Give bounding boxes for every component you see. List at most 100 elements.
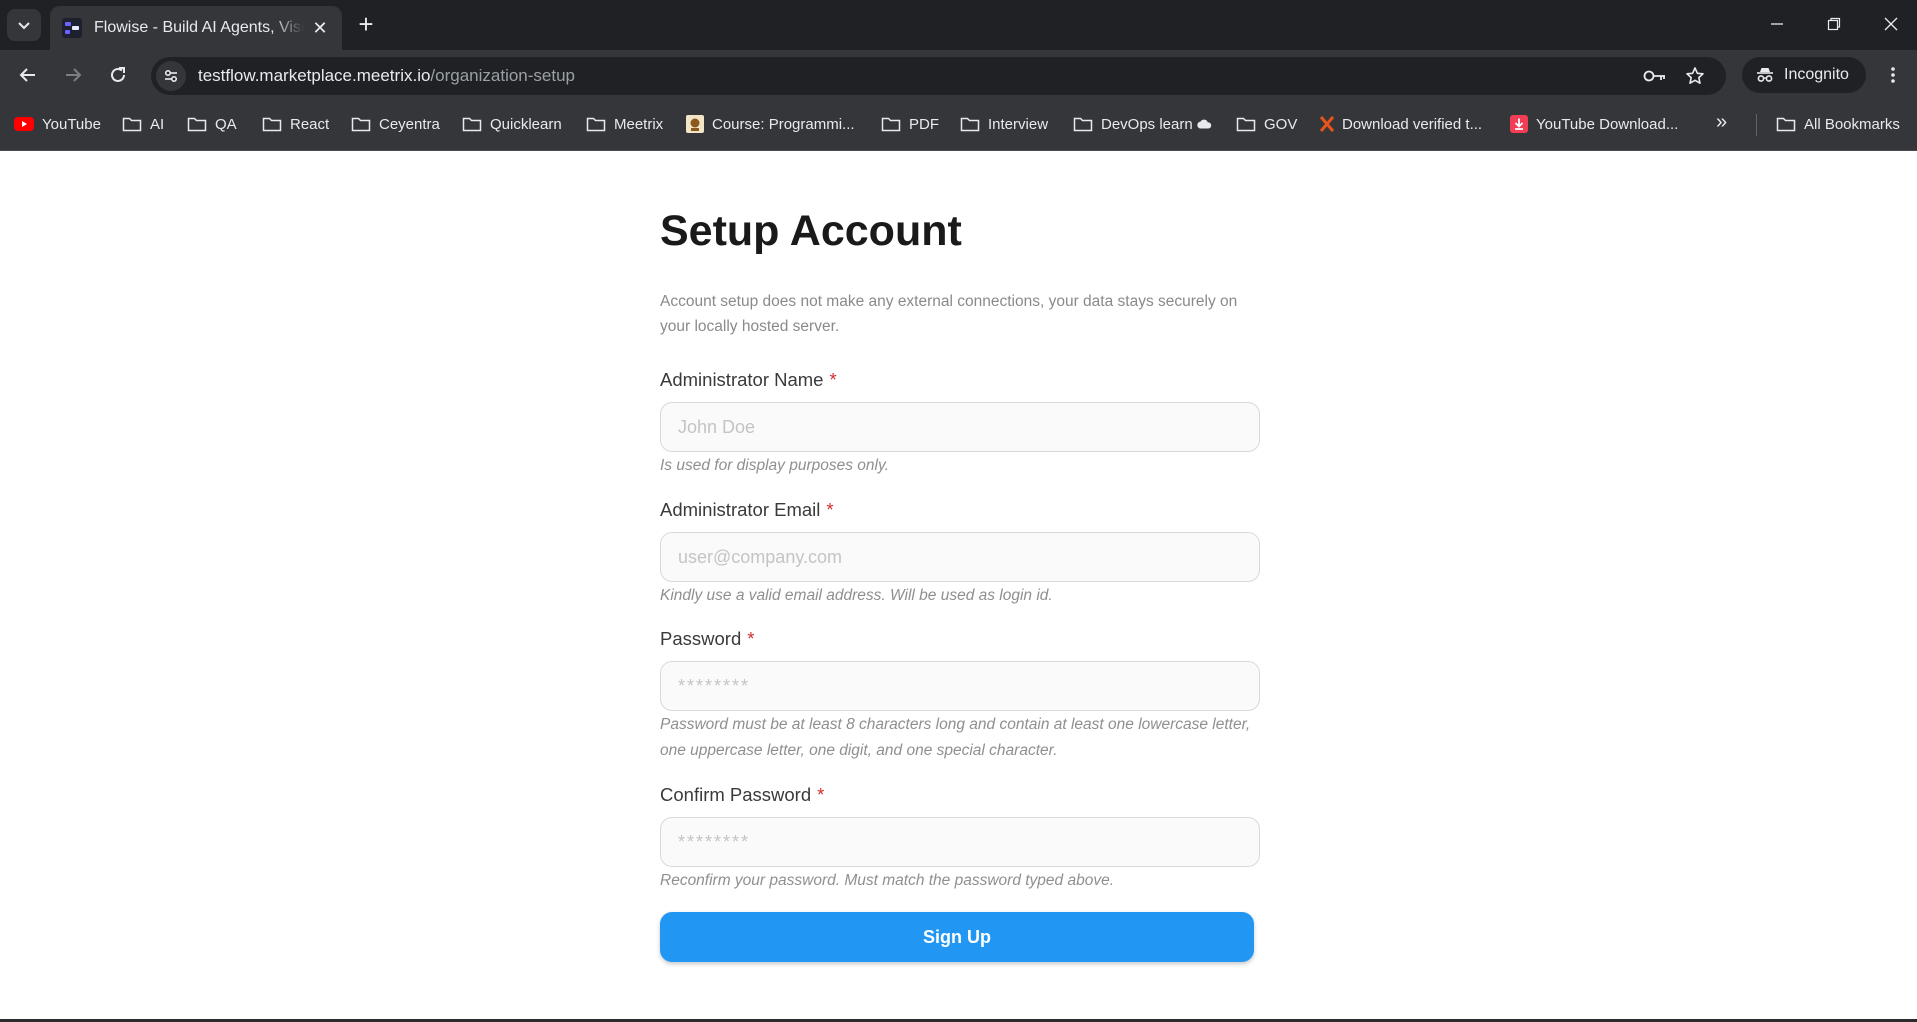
bookmark-folder-interview[interactable]: Interview: [960, 112, 1048, 136]
url-host: testflow.marketplace.meetrix.io: [198, 66, 431, 85]
browser-toolbar: testflow.marketplace.meetrix.io/organiza…: [0, 50, 1917, 100]
folder-icon: [122, 116, 142, 132]
close-window-button[interactable]: [1876, 10, 1906, 38]
bookmark-folder-qa[interactable]: QA: [187, 112, 237, 136]
confirm-password-input[interactable]: [660, 817, 1260, 867]
site-info-button[interactable]: [156, 61, 186, 91]
bookmark-folder-devops[interactable]: DevOps learn: [1073, 112, 1212, 136]
bookmark-youtube[interactable]: YouTube: [14, 112, 101, 136]
bookmark-download-verified[interactable]: Download verified t...: [1320, 112, 1482, 136]
tab-close-icon[interactable]: ✕: [310, 18, 330, 39]
new-tab-button[interactable]: +: [352, 11, 380, 37]
required-marker: *: [829, 369, 837, 390]
password-key-button[interactable]: [1641, 62, 1669, 90]
more-vert-icon: [1891, 67, 1895, 83]
password-label: Password *: [660, 628, 754, 650]
restore-button[interactable]: [1819, 10, 1849, 38]
folder-icon: [1236, 116, 1256, 132]
bookmark-label: Quicklearn: [490, 115, 562, 133]
admin-name-input[interactable]: [660, 402, 1260, 452]
page-subtitle: Account setup does not make any external…: [660, 293, 1238, 335]
browser-menu-button[interactable]: [1879, 61, 1907, 89]
password-input[interactable]: [660, 661, 1260, 711]
url-path: /organization-setup: [430, 66, 576, 85]
page-title: Setup Account: [660, 207, 962, 255]
flowise-favicon-icon: [62, 18, 82, 38]
incognito-badge[interactable]: Incognito: [1742, 57, 1866, 93]
admin-name-label-text: Administrator Name: [660, 369, 824, 390]
admin-name-label: Administrator Name *: [660, 369, 837, 391]
admin-email-input[interactable]: [660, 532, 1260, 582]
admin-name-hint: Is used for display purposes only.: [660, 457, 889, 474]
required-marker: *: [817, 784, 825, 805]
admin-email-hint: Kindly use a valid email address. Will b…: [660, 587, 1053, 604]
all-bookmarks-button[interactable]: All Bookmarks: [1776, 112, 1900, 136]
tab-title: Flowise - Build AI Agents, Visually: [94, 19, 304, 36]
back-arrow-icon: [19, 68, 35, 82]
folder-icon: [187, 116, 207, 132]
address-bar[interactable]: testflow.marketplace.meetrix.io/organiza…: [151, 57, 1726, 95]
folder-icon: [586, 116, 606, 132]
folder-icon: [262, 116, 282, 132]
reload-button[interactable]: [104, 61, 132, 89]
incognito-label: Incognito: [1784, 66, 1849, 83]
all-bookmarks-label: All Bookmarks: [1804, 115, 1900, 133]
bookmark-folder-ceyentra[interactable]: Ceyentra: [351, 112, 440, 136]
tab-strip: Flowise - Build AI Agents, Visually ✕ +: [0, 0, 1917, 50]
bookmark-label: DevOps learn: [1101, 115, 1193, 133]
minimize-button[interactable]: [1762, 10, 1792, 38]
bookmark-label: Interview: [988, 115, 1049, 133]
sign-up-button[interactable]: Sign Up: [660, 912, 1254, 962]
confirm-password-label: Confirm Password *: [660, 784, 824, 806]
confirm-password-hint: Reconfirm your password. Must match the …: [660, 872, 1115, 889]
youtube-icon: [14, 117, 34, 131]
bookmark-star-button[interactable]: [1681, 62, 1709, 90]
folder-icon: [462, 116, 482, 132]
restore-icon: [1827, 17, 1841, 31]
incognito-icon: [1757, 68, 1773, 82]
bookmark-folder-quicklearn[interactable]: Quicklearn: [462, 112, 562, 136]
reload-icon: [111, 67, 125, 82]
download-favicon-icon: [1510, 115, 1528, 133]
bookmark-label: QA: [215, 115, 237, 133]
active-tab[interactable]: Flowise - Build AI Agents, Visually ✕: [50, 6, 342, 50]
bookmark-label: Meetrix: [614, 115, 664, 133]
close-icon: [1884, 17, 1898, 31]
confirm-password-label-text: Confirm Password: [660, 784, 812, 805]
bookmark-folder-react[interactable]: React: [262, 112, 329, 136]
bookmark-folder-ai[interactable]: AI: [122, 112, 164, 136]
forward-arrow-icon: [66, 68, 82, 82]
required-marker: *: [747, 628, 755, 649]
admin-email-label-text: Administrator Email: [660, 499, 821, 520]
bookmark-folder-pdf[interactable]: PDF: [881, 112, 939, 136]
bookmark-label: GOV: [1264, 115, 1298, 133]
admin-email-label: Administrator Email *: [660, 499, 834, 521]
bookmarks-divider: [1756, 114, 1757, 136]
bookmark-label: PDF: [909, 115, 939, 133]
bookmark-youtube-download[interactable]: YouTube Download...: [1510, 112, 1678, 136]
folder-icon: [960, 116, 980, 132]
back-button[interactable]: [14, 61, 42, 89]
tune-icon: [164, 69, 178, 83]
folder-icon: [1776, 116, 1796, 132]
folder-icon: [881, 116, 901, 132]
bookmark-course[interactable]: Course: Programmi...: [686, 112, 855, 136]
tab-search-button[interactable]: [7, 9, 41, 41]
bookmark-label: YouTube: [42, 115, 101, 133]
bookmarks-overflow-chevron-icon[interactable]: »: [1716, 111, 1727, 134]
password-label-text: Password: [660, 628, 742, 649]
bookmark-folder-meetrix[interactable]: Meetrix: [586, 112, 663, 136]
bookmark-label: AI: [150, 115, 165, 133]
folder-icon: [1073, 116, 1093, 132]
bookmarks-bar: YouTube AI QA React Ceyentra Quicklearn …: [0, 100, 1917, 151]
cloud-icon: [1196, 119, 1212, 129]
bookmark-folder-gov[interactable]: GOV: [1236, 112, 1297, 136]
bookmark-label: YouTube Download...: [1536, 115, 1679, 133]
forward-button[interactable]: [59, 61, 87, 89]
chevron-down-icon: [18, 22, 30, 30]
url-text: testflow.marketplace.meetrix.io/organiza…: [198, 66, 575, 86]
bookmark-label: React: [290, 115, 330, 133]
required-marker: *: [826, 499, 834, 520]
page-content: Setup Account Account setup does not mak…: [0, 151, 1917, 1022]
folder-icon: [351, 116, 371, 132]
